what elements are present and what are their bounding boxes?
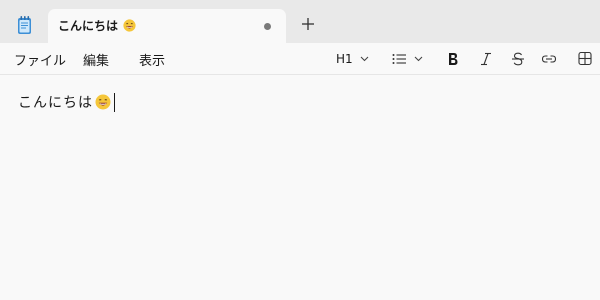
chevron-down-icon [360,56,369,62]
strikethrough-icon[interactable] [511,49,525,69]
list-dropdown[interactable] [392,49,423,69]
editor-area[interactable]: こんにちは [0,75,600,300]
italic-icon[interactable] [480,49,492,69]
text-caret [114,92,115,112]
menu-edit[interactable]: 編集 [83,50,109,69]
notepad-icon[interactable] [16,15,34,35]
unsaved-dot-icon[interactable] [264,23,271,30]
link-icon[interactable] [541,49,557,69]
menu-bar: ファイル 編集 表示 H1 [0,43,600,75]
tab-title-row: こんにちは [58,17,136,34]
table-icon[interactable] [578,49,592,69]
editor-text: こんにちは [18,95,93,111]
chevron-down-icon [414,56,423,62]
menu-file[interactable]: ファイル [14,50,66,69]
heading-label: H1 [336,52,353,66]
tab-title: こんにちは [58,19,119,33]
list-icon [392,54,406,64]
bold-icon[interactable] [447,49,459,69]
heading-dropdown[interactable]: H1 [336,49,369,69]
plus-icon[interactable] [300,16,316,32]
tab-document[interactable]: こんにちは [48,9,286,43]
grinning-face-icon [123,19,136,32]
grinning-face-icon [95,94,111,110]
tab-strip: こんにちは [0,0,600,43]
menu-view[interactable]: 表示 [139,50,165,69]
editor-line: こんにちは [18,92,115,112]
